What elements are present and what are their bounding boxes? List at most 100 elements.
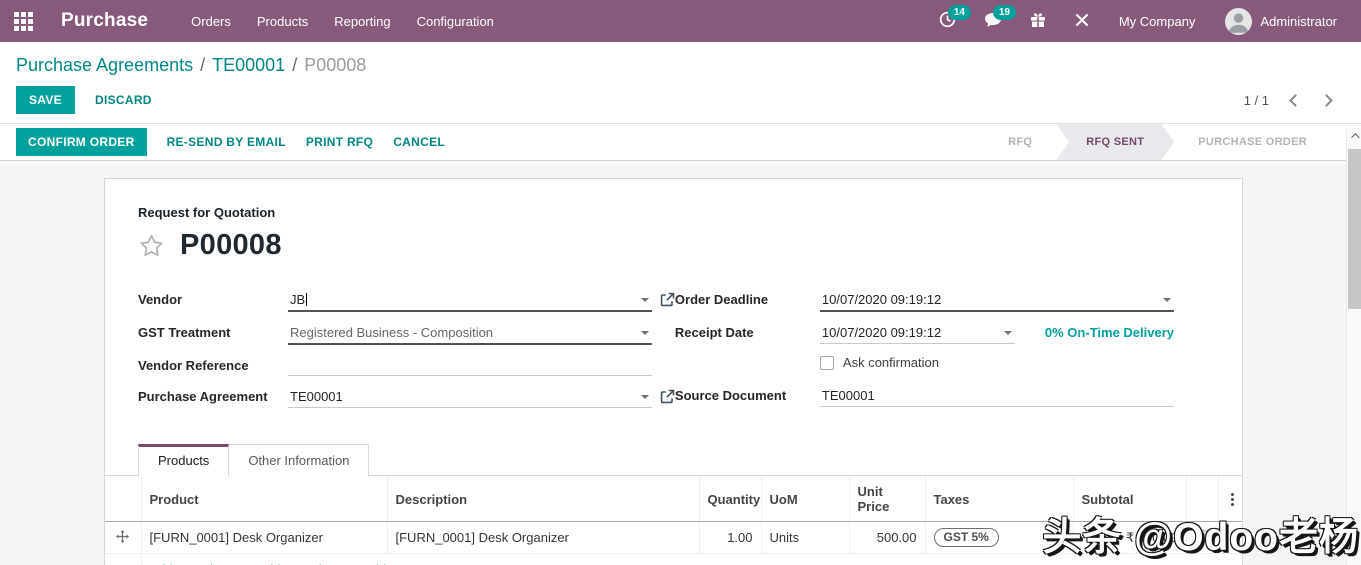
cancel-button[interactable]: CANCEL — [393, 135, 445, 149]
debug-tools-button[interactable] — [1065, 0, 1099, 42]
updates-button[interactable] — [1021, 0, 1055, 42]
purchase-agreement-input[interactable]: TE00001 — [288, 385, 652, 408]
company-name: My Company — [1118, 13, 1196, 29]
receipt-date-input[interactable]: 10/07/2020 09:19:12 — [819, 321, 1015, 344]
messages-button[interactable]: 19 — [975, 0, 1016, 42]
pager-next-icon[interactable] — [1320, 93, 1333, 107]
caret-down-icon[interactable] — [640, 298, 649, 302]
handle-column-header — [105, 476, 141, 522]
page-title: P00008 — [180, 229, 282, 261]
trash-column-header — [1185, 476, 1218, 522]
unit-price-column-header[interactable]: Unit Price — [848, 476, 925, 522]
product-column-header[interactable]: Product — [140, 476, 387, 522]
scroll-up-arrow-icon[interactable] — [1347, 128, 1361, 144]
kebab-icon — [1230, 497, 1234, 501]
menu-orders[interactable]: Orders — [178, 0, 244, 42]
table-row[interactable]: [FURN_0001] Desk Organizer [FURN_0001] D… — [105, 521, 1242, 554]
discard-button[interactable]: DISCARD — [95, 93, 152, 107]
ask-confirmation-label: Ask confirmation — [842, 355, 939, 370]
empty-label — [675, 353, 820, 357]
user-menu[interactable]: Administrator — [1215, 0, 1347, 42]
order-deadline-label: Order Deadline — [674, 292, 769, 307]
on-time-delivery-link[interactable]: 0% On-Time Delivery — [1045, 321, 1174, 340]
vertical-scrollbar[interactable] — [1346, 128, 1361, 565]
receipt-date-label: Receipt Date — [674, 325, 754, 340]
scrollbar-thumb[interactable] — [1348, 149, 1361, 309]
move-icon — [116, 529, 130, 543]
status-step-purchase-order[interactable]: PURCHASE ORDER — [1174, 124, 1331, 160]
form-sheet: Request for Quotation P00008 Vendor JB G… — [104, 178, 1243, 565]
gst-treatment-field: Registered Business - Composition — [288, 321, 675, 345]
save-button[interactable]: SAVE — [16, 86, 75, 114]
quantity-column-header[interactable]: Quantity — [698, 476, 761, 522]
tab-products[interactable]: Products — [138, 444, 230, 476]
pager-previous-icon[interactable] — [1289, 93, 1302, 107]
caret-down-icon[interactable] — [640, 331, 649, 335]
menu-configuration[interactable]: Configuration — [404, 0, 507, 42]
cell-taxes[interactable]: GST 5% — [924, 521, 1073, 554]
status-step-rfq-sent[interactable]: RFQ SENT — [1056, 124, 1174, 160]
statusbar-buttons: CONFIRM ORDER RE-SEND BY EMAIL PRINT RFQ… — [16, 124, 445, 160]
trash-icon — [1196, 529, 1208, 543]
cell-product[interactable]: [FURN_0001] Desk Organizer — [140, 521, 387, 554]
caret-down-icon[interactable] — [1163, 298, 1171, 302]
caret-down-icon[interactable] — [1003, 331, 1012, 335]
column-options-button[interactable] — [1217, 476, 1242, 522]
resend-by-email-button[interactable]: RE-SEND BY EMAIL — [167, 135, 286, 149]
source-document-input[interactable]: TE00001 — [819, 384, 1174, 407]
table-header-row: Product Description Quantity UoM Unit Pr… — [105, 476, 1242, 522]
cell-quantity[interactable]: 1.00 — [698, 521, 761, 554]
delete-line-button[interactable] — [1185, 521, 1218, 554]
vendor-reference-input[interactable] — [288, 354, 652, 376]
order-deadline-input[interactable]: 10/07/2020 09:19:12 — [819, 288, 1174, 312]
vendor-reference-label: Vendor Reference — [138, 358, 249, 373]
uom-column-header[interactable]: UoM — [760, 476, 849, 522]
vendor-field: JB — [288, 288, 675, 312]
ask-confirmation-checkbox[interactable] — [819, 355, 834, 370]
confirm-order-button[interactable]: CONFIRM ORDER — [16, 128, 147, 156]
top-navbar: Purchase Orders Products Reporting Confi… — [0, 0, 1361, 42]
field-grid: Vendor JB GST Treatment Registered Busin… — [105, 288, 1242, 417]
order-lines-table: Product Description Quantity UoM Unit Pr… — [105, 476, 1242, 565]
pager: 1 / 1 — [1244, 93, 1333, 108]
app-brand[interactable]: Purchase — [61, 10, 148, 32]
subtotal-column-header[interactable]: Subtotal — [1072, 476, 1186, 522]
external-link-icon[interactable] — [660, 292, 675, 307]
order-deadline-field: 10/07/2020 09:19:12 — [819, 288, 1174, 312]
activities-button[interactable]: 14 — [930, 0, 971, 42]
breadcrumb: Purchase Agreements / TE00001 / P00008 — [16, 54, 1345, 77]
apps-menu-icon[interactable] — [14, 11, 33, 31]
menu-products[interactable]: Products — [244, 0, 321, 42]
form-statusbar: CONFIRM ORDER RE-SEND BY EMAIL PRINT RFQ… — [0, 124, 1361, 161]
receipt-date-field: 10/07/2020 09:19:12 — [819, 321, 1015, 344]
table-add-row: Add a product Add a section Add a note — [105, 553, 1242, 565]
gst-treatment-select[interactable]: Registered Business - Composition — [288, 321, 652, 345]
caret-down-icon[interactable] — [640, 395, 649, 399]
source-document-label: Source Document — [674, 388, 787, 403]
status-step-rfq[interactable]: RFQ — [984, 124, 1056, 160]
cell-uom[interactable]: Units — [760, 521, 849, 554]
taxes-column-header[interactable]: Taxes — [924, 476, 1073, 522]
external-link-icon[interactable] — [660, 389, 675, 404]
company-switcher[interactable]: My Company — [1109, 0, 1206, 42]
print-rfq-button[interactable]: PRINT RFQ — [306, 135, 373, 149]
breadcrumb-separator: / — [200, 55, 206, 75]
main-menu: Orders Products Reporting Configuration — [178, 0, 507, 42]
tab-other-information[interactable]: Other Information — [228, 444, 370, 476]
breadcrumb-te00001[interactable]: TE00001 — [212, 55, 285, 75]
cell-description[interactable]: [FURN_0001] Desk Organizer — [386, 521, 699, 554]
menu-reporting[interactable]: Reporting — [321, 0, 403, 42]
drag-handle[interactable] — [105, 521, 141, 554]
breadcrumb-purchase-agreements[interactable]: Purchase Agreements — [16, 55, 193, 75]
avatar — [1225, 7, 1253, 35]
cell-subtotal: ₹ 500.00 — [1072, 521, 1186, 554]
user-name: Administrator — [1260, 13, 1337, 29]
favorite-star-icon[interactable] — [138, 233, 165, 259]
tax-tag[interactable]: GST 5% — [933, 528, 999, 547]
vendor-reference-field — [288, 354, 675, 376]
description-column-header[interactable]: Description — [386, 476, 699, 522]
status-pipeline: RFQ RFQ SENT PURCHASE ORDER — [984, 124, 1331, 160]
cell-unit-price[interactable]: 500.00 — [848, 521, 925, 554]
text-cursor — [306, 293, 308, 306]
vendor-input[interactable]: JB — [288, 288, 652, 312]
